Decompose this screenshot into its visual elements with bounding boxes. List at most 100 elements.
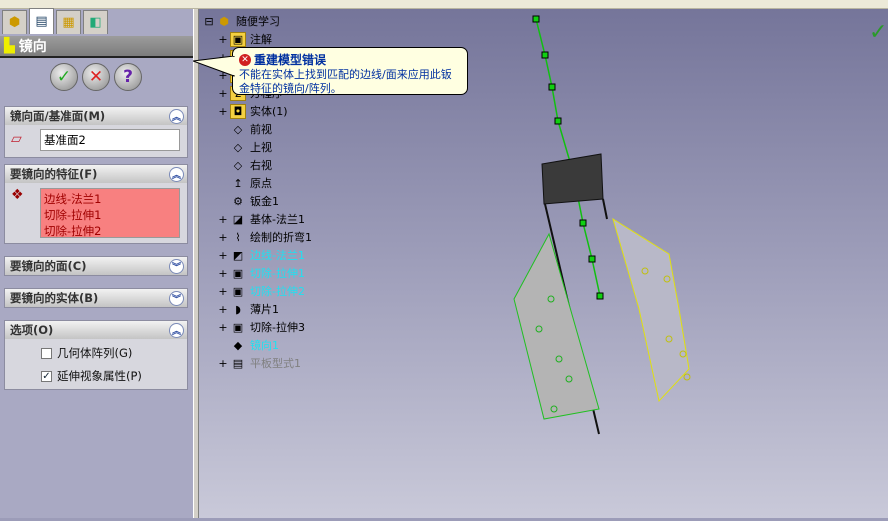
- tree-label: 边线-法兰1: [250, 249, 305, 262]
- bodies-to-mirror-group[interactable]: 要镜向的实体(B) ︾: [4, 288, 188, 308]
- flange-left: [513, 232, 600, 420]
- expand-icon[interactable]: ︾: [169, 258, 184, 274]
- expand-icon[interactable]: +: [216, 105, 230, 118]
- mirror-plane-group: 镜向面/基准面(M) ︽ ▱ 基准面2: [4, 106, 188, 158]
- tree-item[interactable]: + ◪ 基体-法兰1: [216, 210, 312, 228]
- expand-icon[interactable]: +: [216, 33, 230, 46]
- feature-icon: ▣: [232, 320, 244, 334]
- expand-icon[interactable]: +: [216, 213, 230, 226]
- tree-item[interactable]: + ▣ 切除-拉伸3: [216, 318, 312, 336]
- tree-label: 随便学习: [236, 15, 280, 28]
- tree-item[interactable]: + ▣ 切除-拉伸2: [216, 282, 312, 300]
- tree-item[interactable]: ⚙ 钣金1: [216, 192, 312, 210]
- help-button[interactable]: ?: [114, 63, 142, 91]
- tree-label: 上视: [250, 141, 272, 154]
- feature-icon: ◩: [232, 248, 244, 262]
- feature-icon: ◇: [233, 158, 243, 172]
- close-icon: ✕: [88, 67, 104, 87]
- tree-label: 前视: [250, 123, 272, 136]
- expand-icon[interactable]: ︾: [169, 290, 184, 306]
- tree-label: 右视: [250, 159, 272, 172]
- list-item[interactable]: 切除-拉伸1: [44, 207, 176, 223]
- feature-icon: ◇: [233, 140, 243, 154]
- toolbar: [0, 0, 888, 9]
- tree-item[interactable]: ◇ 前视: [216, 120, 312, 138]
- list-item[interactable]: 边线-法兰1: [44, 191, 176, 207]
- feature-icon: ◘: [230, 103, 246, 119]
- expand-icon[interactable]: +: [216, 357, 230, 370]
- feature-icon: ◗: [235, 302, 241, 316]
- tree-item[interactable]: + ◘ 实体(1): [216, 102, 312, 120]
- expand-icon[interactable]: +: [216, 303, 230, 316]
- checkbox[interactable]: [41, 347, 52, 359]
- tree-label: 平板型式1: [250, 357, 301, 370]
- collapse-icon[interactable]: ⊟: [202, 15, 216, 28]
- property-manager-tab[interactable]: ▤: [29, 8, 54, 34]
- tree-label: 切除-拉伸3: [250, 321, 305, 334]
- plane-icon: ▱: [11, 131, 22, 147]
- list-item[interactable]: 切除-拉伸2: [44, 223, 176, 239]
- feature-manager-tab[interactable]: ⬢: [2, 10, 27, 34]
- tree-label: 薄片1: [250, 303, 279, 316]
- tree-label: 原点: [250, 177, 272, 190]
- propagate-visual-checkbox[interactable]: ✓ 延伸视象属性(P): [41, 368, 142, 384]
- tree-item[interactable]: + ▣ 注解: [216, 30, 312, 48]
- tree-item[interactable]: + ◗ 薄片1: [216, 300, 312, 318]
- collapse-icon[interactable]: ︽: [169, 108, 184, 124]
- feature-icon: ▣: [232, 266, 244, 280]
- feature-icon: ↥: [233, 176, 243, 190]
- configuration-manager-tab[interactable]: ▦: [56, 10, 81, 34]
- tree-label: 注解: [250, 33, 272, 46]
- features-icon: ❖: [11, 187, 24, 203]
- expand-icon[interactable]: +: [216, 249, 230, 262]
- toolbox-tab[interactable]: ◧: [83, 10, 108, 34]
- checkbox-checked[interactable]: ✓: [41, 370, 52, 382]
- mirror-icon: ▙: [4, 38, 15, 54]
- tree-item[interactable]: ◇ 右视: [216, 156, 312, 174]
- feature-icon: ⚙: [233, 194, 243, 208]
- ok-button[interactable]: ✓: [50, 63, 78, 91]
- confirm-corner-check: ✓: [869, 20, 887, 45]
- feature-icon: ⌇: [235, 230, 241, 244]
- tree-item[interactable]: ◆ 镜向1: [216, 336, 312, 354]
- panel-title: 镜向: [18, 39, 47, 55]
- check-icon: ✓: [56, 67, 72, 87]
- expand-icon[interactable]: +: [216, 231, 230, 244]
- cancel-button[interactable]: ✕: [82, 63, 110, 91]
- tree-root[interactable]: ⊟ ⬢ 随便学习: [202, 12, 312, 30]
- collapse-icon[interactable]: ︽: [169, 166, 184, 182]
- feature-icon: ▣: [230, 31, 246, 47]
- tooltip-message: 不能在实体上找到匹配的边线/面来应用此钣金特征的镜向/阵列。: [239, 68, 452, 95]
- tooltip-title: 重建模型错误: [254, 53, 327, 67]
- tree-item[interactable]: + ◩ 边线-法兰1: [216, 246, 312, 264]
- expand-icon[interactable]: +: [216, 285, 230, 298]
- checkbox-label: 几何体阵列(G): [57, 346, 133, 360]
- group-title: 要镜向的面(C): [10, 259, 87, 273]
- group-title: 镜向面/基准面(M): [10, 109, 106, 123]
- tree-item[interactable]: + ⌇ 绘制的折弯1: [216, 228, 312, 246]
- property-icon: ▤: [35, 14, 48, 29]
- features-to-mirror-group: 要镜向的特征(F) ︽ ❖ 边线-法兰1 切除-拉伸1 切除-拉伸2: [4, 164, 188, 244]
- features-list[interactable]: 边线-法兰1 切除-拉伸1 切除-拉伸2: [40, 188, 180, 238]
- faces-to-mirror-group[interactable]: 要镜向的面(C) ︾: [4, 256, 188, 276]
- tree-label: 基体-法兰1: [250, 213, 305, 226]
- tree-label: 钣金1: [250, 195, 279, 208]
- mirror-plane-field[interactable]: 基准面2: [40, 129, 180, 151]
- expand-icon[interactable]: +: [216, 267, 230, 280]
- expand-icon[interactable]: +: [216, 321, 230, 334]
- tree-label: 镜向1: [250, 339, 279, 352]
- tree-item[interactable]: + ▤ 平板型式1: [216, 354, 312, 372]
- error-icon: ✕: [239, 53, 251, 66]
- tree-item[interactable]: + ▣ 切除-拉伸1: [216, 264, 312, 282]
- error-tooltip: ✕ 重建模型错误 不能在实体上找到匹配的边线/面来应用此钣金特征的镜向/阵列。: [193, 47, 468, 95]
- collapse-icon[interactable]: ︽: [169, 322, 184, 338]
- group-title: 选项(O): [10, 323, 54, 337]
- tree-label: 实体(1): [250, 105, 288, 118]
- tree-item[interactable]: ↥ 原点: [216, 174, 312, 192]
- help-icon: ?: [123, 67, 133, 87]
- part-icon: ⬢: [8, 15, 21, 30]
- tree-item[interactable]: ◇ 上视: [216, 138, 312, 156]
- config-icon: ▦: [62, 15, 75, 30]
- expand-icon[interactable]: +: [216, 87, 230, 100]
- geometry-pattern-checkbox[interactable]: 几何体阵列(G): [41, 345, 132, 361]
